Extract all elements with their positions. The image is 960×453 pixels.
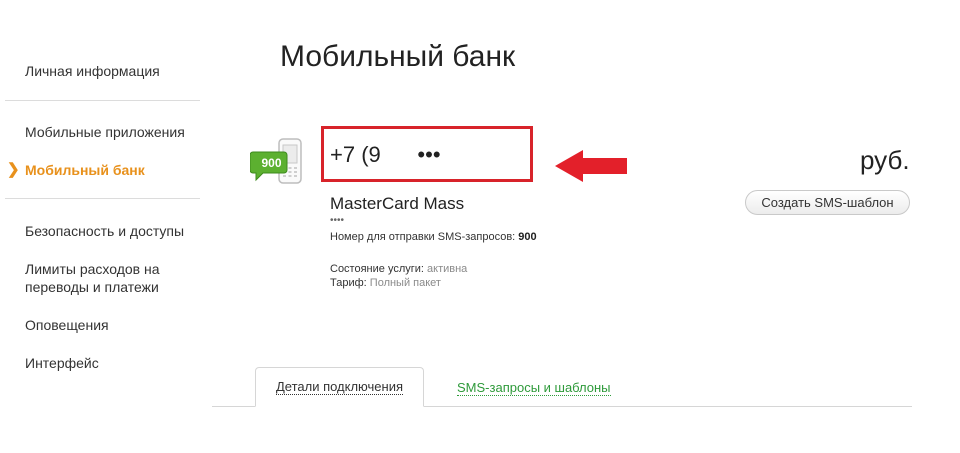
sidebar-item-security[interactable]: Безопасность и доступы bbox=[25, 222, 184, 240]
arrow-left-icon bbox=[553, 148, 629, 184]
sidebar-item-limits[interactable]: Лимиты расходов на переводы и платежи bbox=[25, 260, 200, 296]
sms-number-value: 900 bbox=[518, 231, 537, 243]
sidebar-item-personal-info[interactable]: Личная информация bbox=[25, 62, 160, 80]
balance-unit: руб. bbox=[860, 145, 910, 175]
sidebar-item-interface[interactable]: Интерфейс bbox=[25, 354, 99, 372]
service-status-value: активна bbox=[427, 263, 468, 275]
sidebar-item-mobile-apps[interactable]: Мобильные приложения bbox=[25, 123, 185, 141]
tab-connection-details-label: Детали подключения bbox=[275, 379, 404, 395]
card-name: MasterCard Mass bbox=[330, 194, 465, 213]
tariff-line: Тариф: Полный пакет bbox=[330, 277, 441, 289]
tab-connection-details[interactable]: Детали подключения bbox=[255, 367, 424, 407]
sidebar-item-notifications[interactable]: Оповещения bbox=[25, 316, 109, 334]
card-number-mask: •••• bbox=[330, 215, 345, 226]
tariff-label: Тариф: bbox=[330, 277, 367, 289]
sms-number-line: Номер для отправки SMS-запросов: 900 bbox=[330, 231, 537, 243]
service-status-line: Состояние услуги: активна bbox=[330, 263, 467, 275]
sidebar-divider bbox=[5, 198, 200, 199]
create-sms-template-button[interactable]: Создать SMS-шаблон bbox=[745, 190, 910, 215]
sidebar-divider bbox=[5, 100, 200, 101]
tab-sms-requests-templates[interactable]: SMS-запросы и шаблоны bbox=[457, 380, 611, 396]
sms-number-label: Номер для отправки SMS-запросов: bbox=[330, 231, 516, 243]
sidebar: Личная информация Мобильные приложения ❯… bbox=[0, 0, 205, 453]
page-title: Мобильный банк bbox=[280, 40, 516, 73]
chevron-right-icon: ❯ bbox=[7, 161, 20, 178]
phone-number: +7 (9 ••• bbox=[330, 142, 441, 167]
service-status-label: Состояние услуги: bbox=[330, 263, 424, 275]
sidebar-item-mobile-bank[interactable]: Мобильный банк bbox=[25, 161, 145, 179]
tariff-value: Полный пакет bbox=[369, 277, 441, 289]
icon-badge-text: 900 bbox=[261, 156, 282, 170]
mobile-phone-icon: 900 bbox=[249, 138, 306, 186]
